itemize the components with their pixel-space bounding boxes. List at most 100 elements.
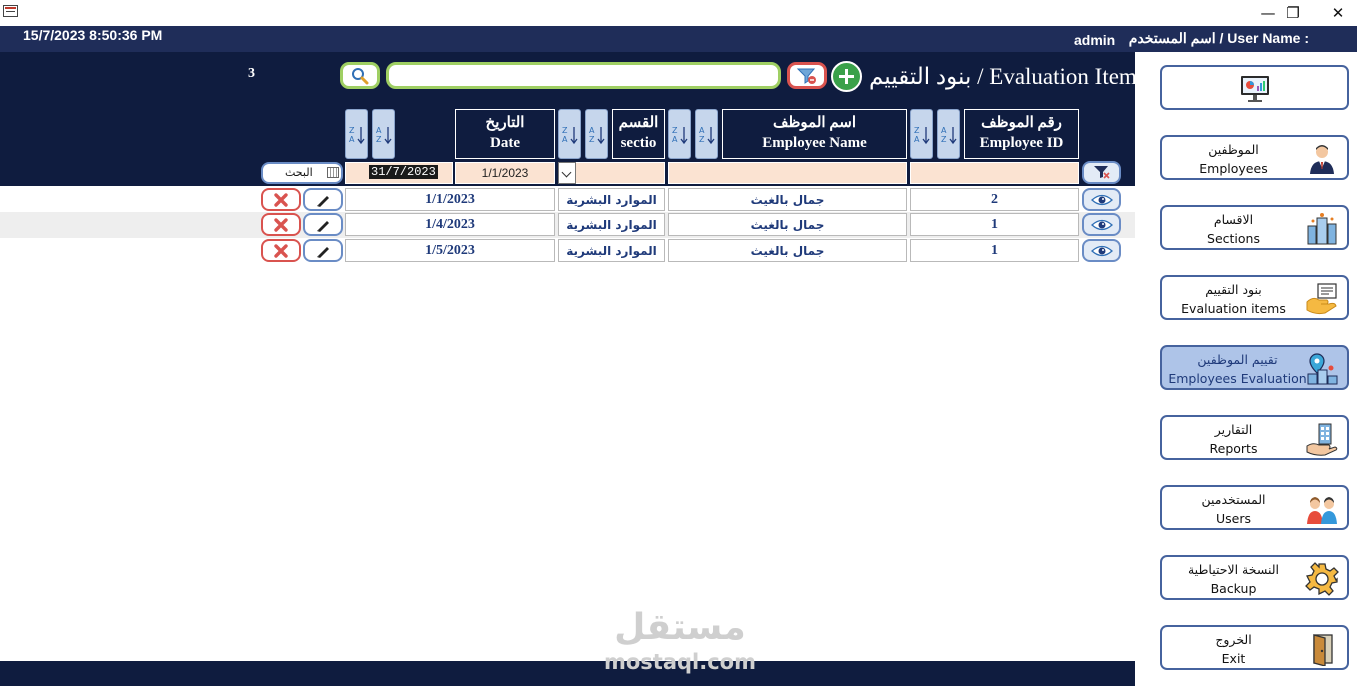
nav-sections-button[interactable]: الاقسام Sections [1160, 205, 1349, 250]
delete-x-icon [273, 191, 289, 208]
watermark-arabic: مستقل [614, 607, 746, 648]
filter-employee-name[interactable] [668, 162, 907, 184]
close-button[interactable]: ✕ [1315, 0, 1357, 26]
search-input[interactable] [386, 62, 781, 89]
add-item-button[interactable] [831, 61, 862, 92]
edit-pencil-icon [317, 220, 329, 232]
filter-date-to-value: 31/7/2023 [369, 165, 438, 179]
filter-date-from[interactable]: 1/1/2023 [455, 162, 555, 184]
svg-text:A: A [562, 135, 568, 144]
view-row-button[interactable] [1082, 239, 1121, 262]
svg-text:A: A [589, 126, 595, 135]
edit-row-button[interactable] [303, 188, 343, 211]
sort-za-icon: ZA [349, 126, 365, 145]
svg-text:A: A [672, 135, 678, 144]
filter-search-button[interactable]: البحث [261, 162, 343, 184]
svg-text:A: A [699, 126, 705, 135]
delete-row-button[interactable] [261, 213, 301, 236]
svg-text:Z: Z [562, 126, 568, 135]
column-header-id-en: Employee ID [979, 135, 1064, 151]
delete-row-button[interactable] [261, 188, 301, 211]
sort-desc-id-button[interactable]: ZA [910, 109, 933, 159]
door-exit-icon [1305, 632, 1339, 667]
page-title: بنود التقييم / Evaluation Items [869, 64, 1146, 89]
user-name-label: اسم المستخدم / User Name : [1128, 30, 1309, 46]
nav-evaluation-items-button[interactable]: بنود التقييم Evaluation items [1160, 275, 1349, 320]
svg-text:Z: Z [376, 135, 382, 144]
sort-desc-date-button[interactable]: ZA [345, 109, 368, 159]
edit-row-button[interactable] [303, 239, 343, 262]
edit-row-button[interactable] [303, 213, 343, 236]
nav-label-ar: الموظفين [1208, 142, 1259, 157]
gear-icon [1305, 562, 1339, 596]
column-header-date-en: Date [490, 135, 520, 151]
nav-users-button[interactable]: المستخدمين Users [1160, 485, 1349, 530]
svg-text:A: A [349, 135, 355, 144]
nav-label: المستخدمين Users [1166, 490, 1301, 528]
window-title-bar: — ❐ ✕ [0, 0, 1357, 26]
sort-az-icon: AZ [699, 126, 715, 145]
watermark-latin: mostaql.com [604, 650, 756, 674]
nav-label-ar: الخروج [1215, 632, 1252, 647]
view-eye-icon [1090, 219, 1113, 230]
sort-asc-date-button[interactable]: AZ [372, 109, 395, 159]
info-bar: 15/7/2023 8:50:36 PM admin اسم المستخدم … [0, 26, 1357, 52]
nav-dashboard-button[interactable] [1160, 65, 1349, 110]
nav-label: بنود التقييم Evaluation items [1166, 280, 1301, 318]
filter-date-to[interactable]: 31/7/2023 [345, 162, 453, 184]
nav-employees-button[interactable]: الموظفين Employees [1160, 135, 1349, 180]
svg-text:Z: Z [589, 135, 595, 144]
current-datetime: 15/7/2023 8:50:36 PM [23, 27, 163, 43]
nav-label: النسخة الاحتياطية Backup [1166, 560, 1301, 598]
view-row-button[interactable] [1082, 188, 1121, 211]
nav-label-en: Backup [1210, 581, 1257, 596]
column-header-date-ar: التاريخ [485, 115, 525, 131]
nav-label: تقييم الموظفين Employees Evaluation [1164, 350, 1311, 388]
chevron-down-icon[interactable] [558, 162, 576, 184]
nav-label-en: Evaluation items [1181, 301, 1286, 316]
sort-asc-name-button[interactable]: AZ [695, 109, 718, 159]
sort-asc-id-button[interactable]: AZ [937, 109, 960, 159]
nav-exit-button[interactable]: الخروج Exit [1160, 625, 1349, 670]
cell-section: الموارد البشرية [558, 213, 665, 236]
view-row-button[interactable] [1082, 213, 1121, 236]
nav-reports-button[interactable]: التقارير Reports [1160, 415, 1349, 460]
cell-section: الموارد البشرية [558, 188, 665, 211]
sort-desc-section-button[interactable]: ZA [558, 109, 581, 159]
restore-button[interactable]: ❐ [1270, 0, 1316, 26]
column-header-name-en: Employee Name [762, 135, 867, 151]
nav-backup-button[interactable]: النسخة الاحتياطية Backup [1160, 555, 1349, 600]
record-count: 3 [248, 66, 255, 81]
cell-section: الموارد البشرية [558, 239, 665, 262]
delete-x-icon [273, 216, 289, 233]
svg-text:A: A [914, 135, 920, 144]
nav-employees-evaluation-button[interactable]: تقييم الموظفين Employees Evaluation [1160, 345, 1349, 390]
delete-x-icon [273, 242, 289, 259]
calendar-icon [327, 167, 339, 178]
column-header-date: التاريخ Date [455, 109, 555, 159]
nav-label-en: Employees [1199, 161, 1268, 176]
cell-employee-name: جمال بالغيث [668, 213, 907, 236]
search-button[interactable] [340, 62, 380, 89]
cell-date: 1/4/2023 [345, 213, 555, 236]
svg-text:Z: Z [914, 126, 920, 135]
column-header-name: اسم الموظف Employee Name [722, 109, 907, 159]
nav-label: الموظفين Employees [1166, 140, 1301, 178]
view-eye-icon [1090, 194, 1113, 205]
delete-row-button[interactable] [261, 239, 301, 262]
cell-employee-name: جمال بالغيث [668, 188, 907, 211]
column-header-name-ar: اسم الموظف [772, 115, 857, 131]
filter-date-from-value: 1/1/2023 [481, 166, 529, 180]
nav-label-ar: الاقسام [1213, 212, 1254, 227]
sort-asc-section-button[interactable]: AZ [585, 109, 608, 159]
clear-filter-button[interactable] [787, 62, 827, 89]
filter-clear-button[interactable] [1082, 161, 1121, 184]
sort-za-icon: ZA [672, 126, 688, 145]
search-icon [352, 68, 369, 85]
filter-employee-id[interactable] [910, 162, 1079, 184]
reports-hand-icon [1305, 422, 1339, 456]
sort-desc-name-button[interactable]: ZA [668, 109, 691, 159]
filter-clear-icon [796, 68, 816, 84]
nav-label: الاقسام Sections [1166, 210, 1301, 248]
column-header-id-ar: رقم الموظف [981, 115, 1062, 131]
